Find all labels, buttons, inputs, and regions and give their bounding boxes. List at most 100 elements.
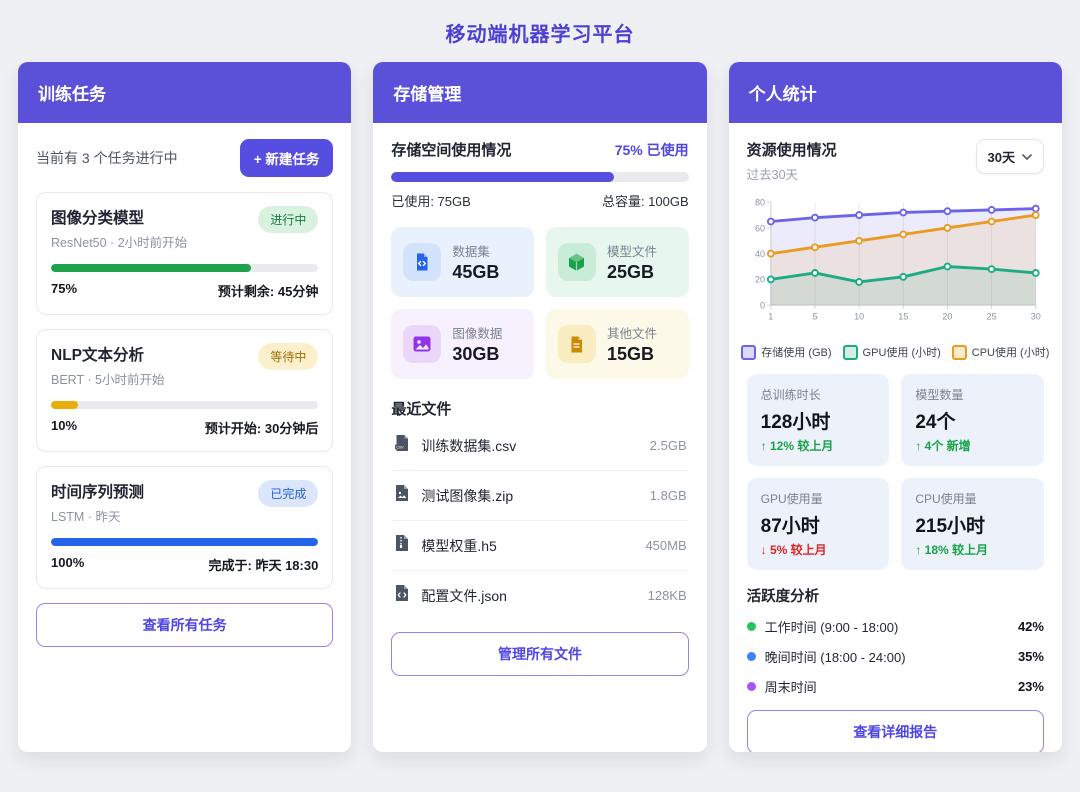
file-name: 测试图像集.zip bbox=[421, 486, 639, 506]
activity-dot-icon bbox=[747, 652, 756, 661]
svg-text:60: 60 bbox=[755, 223, 765, 233]
storage-tile-grid: 数据集 45GB 模型文件 25GB 图像数据 30GB 其他文件 15GB bbox=[391, 227, 688, 379]
storage-card-title: 存储管理 bbox=[373, 62, 706, 123]
task-item[interactable]: 图像分类模型 ResNet50 · 2小时前开始 进行中 75% 预计剩余: 4… bbox=[36, 192, 333, 315]
time-range-select[interactable]: 30天 bbox=[976, 139, 1044, 174]
training-tasks-card-title: 训练任务 bbox=[18, 62, 351, 123]
svg-text:30: 30 bbox=[1030, 311, 1040, 321]
file-image-icon bbox=[393, 484, 411, 507]
stat-delta: ↑ 18% 较上月 bbox=[915, 541, 1030, 558]
new-task-button[interactable]: + 新建任务 bbox=[240, 139, 334, 177]
legend-item: 存储使用 (GB) bbox=[741, 344, 831, 360]
activity-title: 活跃度分析 bbox=[747, 585, 1044, 606]
personal-stats-card: 个人统计 资源使用情况 过去30天 30天 020406080151015202… bbox=[729, 62, 1062, 752]
stat-label: 模型数量 bbox=[915, 386, 1030, 403]
view-all-tasks-button[interactable]: 查看所有任务 bbox=[36, 603, 333, 647]
legend-label: CPU使用 (小时) bbox=[972, 344, 1050, 360]
storage-category-tile: 其他文件 15GB bbox=[546, 309, 689, 379]
svg-text:10: 10 bbox=[854, 311, 864, 321]
svg-text:5: 5 bbox=[812, 311, 817, 321]
activity-dot-icon bbox=[747, 682, 756, 691]
model-cube-icon bbox=[558, 243, 596, 281]
task-progress-fill bbox=[51, 264, 251, 272]
legend-swatch bbox=[741, 345, 756, 360]
personal-stats-card-title: 个人统计 bbox=[729, 62, 1062, 123]
file-csv-icon: CSV bbox=[393, 434, 411, 457]
stat-tile: 总训练时长 128小时 ↑ 12% 较上月 bbox=[747, 374, 890, 466]
storage-total-label: 总容量: 100GB bbox=[602, 191, 689, 210]
task-name: 图像分类模型 bbox=[51, 206, 187, 228]
task-meta: LSTM · 昨天 bbox=[51, 506, 144, 525]
resource-usage-title: 资源使用情况 bbox=[747, 139, 837, 160]
file-name: 训练数据集.csv bbox=[421, 436, 639, 456]
stat-value: 128小时 bbox=[761, 407, 876, 434]
task-progress-bar bbox=[51, 538, 318, 546]
stat-tile: CPU使用量 215小时 ↑ 18% 较上月 bbox=[901, 478, 1044, 570]
manage-files-button[interactable]: 管理所有文件 bbox=[391, 632, 688, 676]
file-code-icon bbox=[393, 584, 411, 607]
stat-value: 215小时 bbox=[915, 511, 1030, 538]
usage-chart: 020406080151015202530 bbox=[747, 191, 1044, 343]
task-name: 时间序列预测 bbox=[51, 480, 144, 502]
file-name: 模型权重.h5 bbox=[421, 536, 635, 556]
legend-label: GPU使用 (小时) bbox=[863, 344, 941, 360]
file-row[interactable]: CSV 训练数据集.csv 2.5GB bbox=[391, 421, 688, 471]
task-progress-label: 100% bbox=[51, 555, 84, 574]
page-title: 移动端机器学习平台 bbox=[0, 0, 1080, 62]
storage-progress-fill bbox=[391, 172, 614, 182]
file-size: 450MB bbox=[645, 538, 686, 553]
task-item[interactable]: 时间序列预测 LSTM · 昨天 已完成 100% 完成于: 昨天 18:30 bbox=[36, 466, 333, 589]
recent-files-title: 最近文件 bbox=[391, 398, 688, 419]
activity-label: 工作时间 (9:00 - 18:00) bbox=[765, 617, 1009, 636]
svg-text:20: 20 bbox=[942, 311, 952, 321]
storage-tile-label: 图像数据 bbox=[452, 323, 502, 342]
image-data-icon bbox=[403, 325, 441, 363]
training-tasks-card: 训练任务 当前有 3 个任务进行中 + 新建任务 图像分类模型 ResNet50… bbox=[18, 62, 351, 752]
file-size: 128KB bbox=[648, 588, 687, 603]
task-item[interactable]: NLP文本分析 BERT · 5小时前开始 等待中 10% 预计开始: 30分钟… bbox=[36, 329, 333, 452]
file-size: 2.5GB bbox=[650, 438, 687, 453]
storage-tile-value: 25GB bbox=[607, 262, 657, 283]
other-file-icon bbox=[558, 325, 596, 363]
file-row[interactable]: 测试图像集.zip 1.8GB bbox=[391, 471, 688, 521]
storage-progress-bar bbox=[391, 172, 688, 182]
activity-row: 周末时间 23% bbox=[747, 677, 1044, 696]
task-status-badge: 已完成 bbox=[258, 480, 318, 507]
task-progress-label: 75% bbox=[51, 281, 77, 300]
task-eta-label: 完成于: 昨天 18:30 bbox=[209, 555, 319, 574]
dataset-file-icon bbox=[403, 243, 441, 281]
svg-text:15: 15 bbox=[898, 311, 908, 321]
task-eta-label: 预计剩余: 45分钟 bbox=[218, 281, 318, 300]
storage-category-tile: 图像数据 30GB bbox=[391, 309, 534, 379]
task-progress-bar bbox=[51, 401, 318, 409]
legend-item: CPU使用 (小时) bbox=[952, 344, 1050, 360]
file-row[interactable]: 模型权重.h5 450MB bbox=[391, 521, 688, 571]
task-eta-label: 预计开始: 30分钟后 bbox=[205, 418, 318, 437]
stat-label: GPU使用量 bbox=[761, 490, 876, 507]
storage-tile-value: 30GB bbox=[452, 344, 502, 365]
task-progress-bar bbox=[51, 264, 318, 272]
card-row: 训练任务 当前有 3 个任务进行中 + 新建任务 图像分类模型 ResNet50… bbox=[0, 62, 1080, 752]
task-meta: ResNet50 · 2小时前开始 bbox=[51, 232, 187, 251]
legend-swatch bbox=[843, 345, 858, 360]
svg-text:80: 80 bbox=[755, 198, 765, 208]
task-meta: BERT · 5小时前开始 bbox=[51, 369, 164, 388]
task-progress-fill bbox=[51, 538, 318, 546]
legend-item: GPU使用 (小时) bbox=[843, 344, 941, 360]
svg-text:CSV: CSV bbox=[397, 445, 405, 449]
stat-value: 24个 bbox=[915, 407, 1030, 434]
storage-tile-label: 数据集 bbox=[452, 241, 499, 260]
stat-label: CPU使用量 bbox=[915, 490, 1030, 507]
activity-value: 35% bbox=[1018, 649, 1044, 664]
file-name: 配置文件.json bbox=[421, 586, 637, 606]
storage-used-label: 已使用: 75GB bbox=[391, 191, 470, 210]
stat-tile-grid: 总训练时长 128小时 ↑ 12% 较上月 模型数量 24个 ↑ 4个 新增 G… bbox=[747, 374, 1044, 570]
view-report-button[interactable]: 查看详细报告 bbox=[747, 710, 1044, 752]
storage-usage-percent: 75% 已使用 bbox=[615, 140, 689, 160]
svg-text:40: 40 bbox=[755, 249, 765, 259]
storage-category-tile: 数据集 45GB bbox=[391, 227, 534, 297]
storage-tile-value: 45GB bbox=[452, 262, 499, 283]
file-row[interactable]: 配置文件.json 128KB bbox=[391, 571, 688, 620]
activity-label: 周末时间 bbox=[765, 677, 1009, 696]
svg-text:20: 20 bbox=[755, 275, 765, 285]
